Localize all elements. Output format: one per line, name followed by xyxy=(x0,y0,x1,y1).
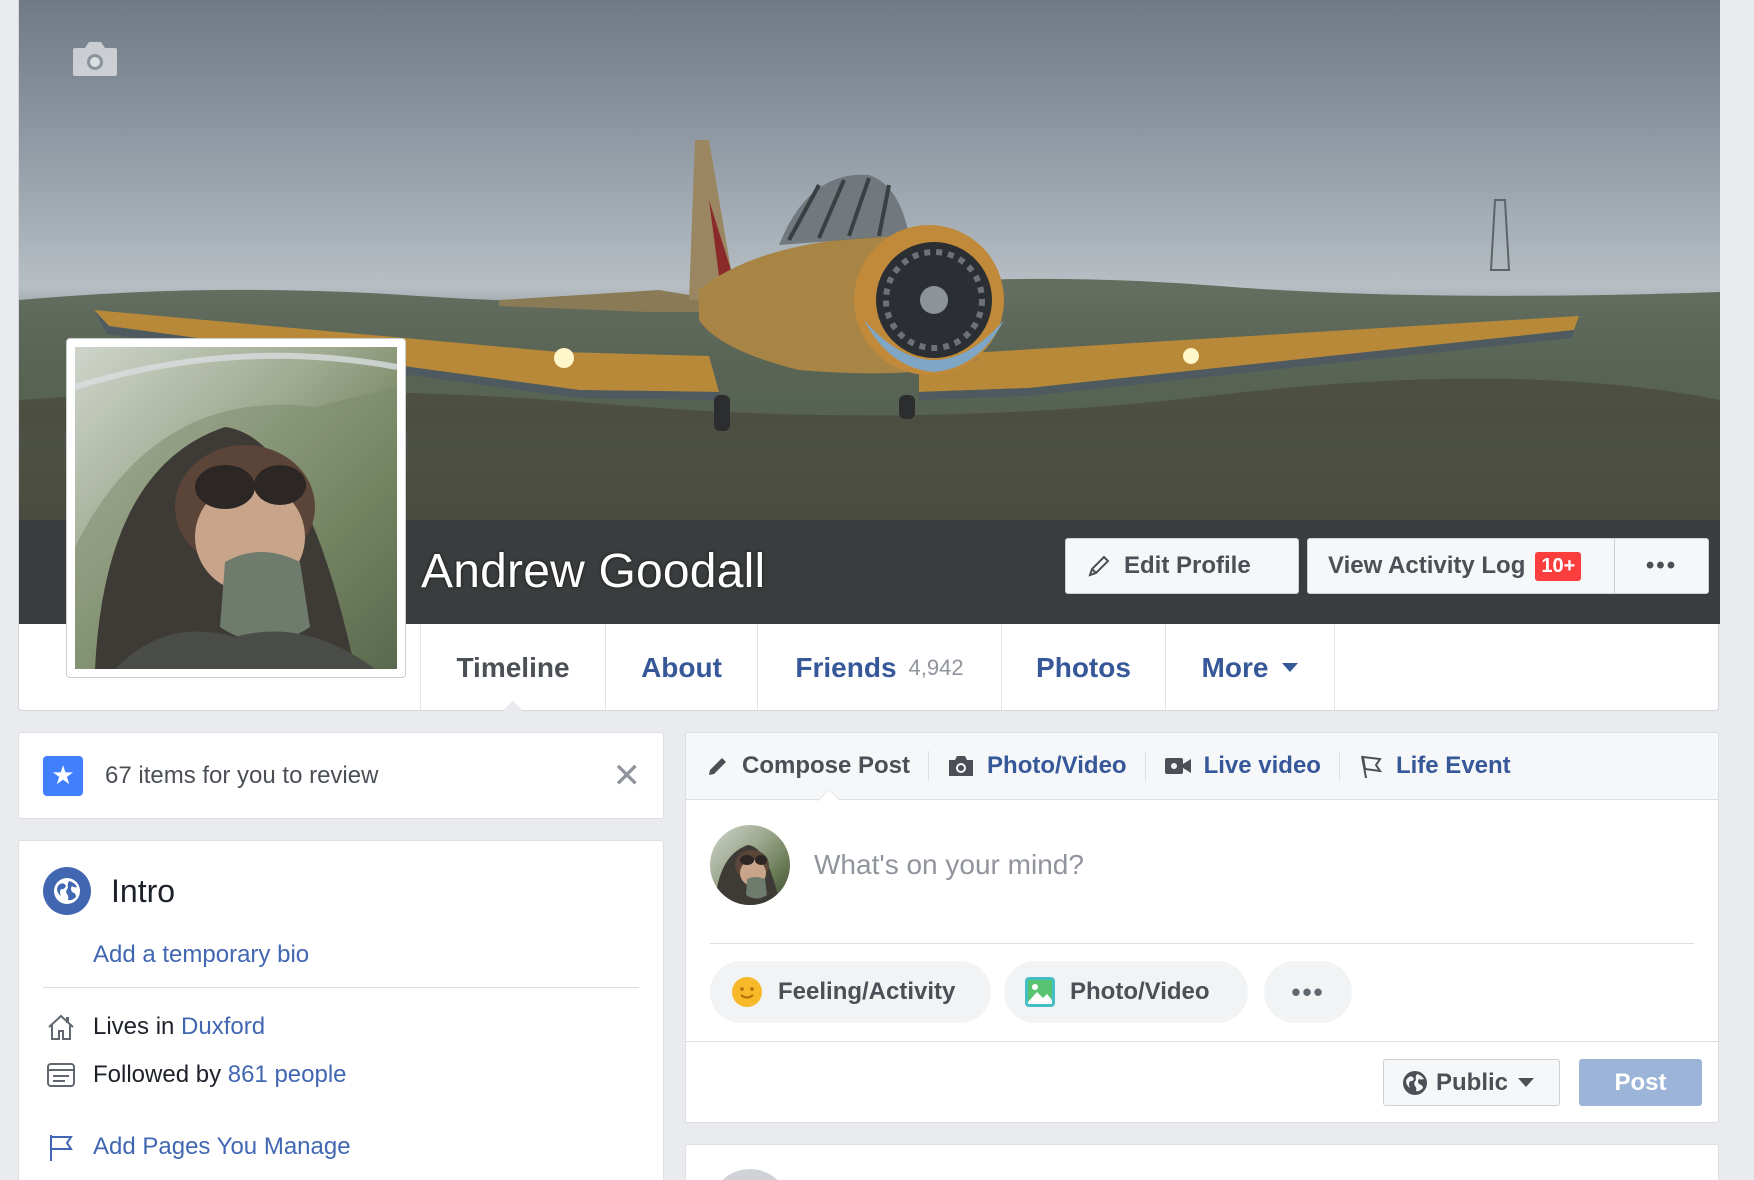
flag-icon xyxy=(43,1129,79,1165)
tab-about-label: About xyxy=(641,651,722,683)
tab-timeline-label: Timeline xyxy=(456,651,570,683)
post-composer: Compose Post Photo/Video Live video Life… xyxy=(685,732,1719,1123)
profile-name[interactable]: Andrew Goodall xyxy=(421,544,765,599)
avatar xyxy=(710,1169,790,1180)
audience-label: Public xyxy=(1436,1068,1509,1096)
video-camera-icon xyxy=(1164,758,1191,774)
add-pages-row[interactable]: Add Pages You Manage xyxy=(43,1129,351,1165)
tab-photos-label: Photos xyxy=(1036,651,1131,683)
active-tab-indicator-fill xyxy=(503,702,523,712)
life-event-tab[interactable]: Life Event xyxy=(1358,751,1529,781)
tab-more-label: More xyxy=(1201,651,1269,683)
photo-video-label: Photo/Video xyxy=(987,752,1127,779)
live-video-tab[interactable]: Live video xyxy=(1164,751,1340,781)
feeling-activity-label: Feeling/Activity xyxy=(778,978,956,1005)
composer-footer: Public Post xyxy=(686,1041,1718,1122)
tab-about[interactable]: About xyxy=(606,624,758,711)
intro-card: Intro Add a temporary bio Lives in Duxfo… xyxy=(18,840,664,1180)
tab-timeline[interactable]: Timeline xyxy=(421,624,606,712)
globe-icon xyxy=(1403,1070,1427,1095)
review-items-card[interactable]: ★ 67 items for you to review ✕ xyxy=(18,732,664,819)
edit-profile-label: Edit Profile xyxy=(1124,552,1251,579)
active-tab-indicator-fill xyxy=(818,790,840,801)
profile-nav-tabs: Timeline About Friends 4,942 Photos More xyxy=(420,624,1335,712)
photo-video-pill-label: Photo/Video xyxy=(1070,978,1210,1005)
star-icon: ★ xyxy=(43,755,83,796)
photo-video-tab[interactable]: Photo/Video xyxy=(947,751,1146,781)
composer-avatar xyxy=(710,825,790,905)
audience-selector[interactable]: Public xyxy=(1383,1059,1560,1106)
divider xyxy=(43,987,639,988)
view-activity-log-button[interactable]: View Activity Log 10+ xyxy=(1307,538,1615,594)
life-event-label: Life Event xyxy=(1395,752,1511,779)
update-cover-camera-button[interactable] xyxy=(71,40,119,78)
activity-badge: 10+ xyxy=(1535,551,1582,581)
tab-friends-label: Friends xyxy=(795,651,897,683)
composer-more-button[interactable]: ••• xyxy=(1264,961,1352,1023)
globe-icon xyxy=(43,867,91,915)
compose-post-label: Compose Post xyxy=(742,752,911,779)
smiley-icon xyxy=(732,977,762,1007)
live-video-label: Live video xyxy=(1203,752,1321,779)
flag-icon xyxy=(1360,755,1383,779)
pilot-portrait xyxy=(75,352,397,669)
lives-in-place-link[interactable]: Duxford xyxy=(181,1013,265,1041)
tab-friends[interactable]: Friends 4,942 xyxy=(758,624,1002,711)
followers-count-link[interactable]: 861 people xyxy=(228,1061,347,1089)
review-items-text: 67 items for you to review xyxy=(105,761,379,789)
whats-on-your-mind-input[interactable] xyxy=(814,845,1674,885)
home-icon xyxy=(43,1009,79,1045)
add-temporary-bio-link[interactable]: Add a temporary bio xyxy=(93,941,309,969)
profile-header-card: Andrew Goodall Edit Profile View Activit… xyxy=(18,0,1720,712)
profile-more-options-button[interactable]: ••• xyxy=(1614,538,1709,594)
photo-icon xyxy=(1025,977,1055,1007)
pencil-icon xyxy=(709,758,726,775)
close-icon[interactable]: ✕ xyxy=(613,759,642,793)
camera-icon xyxy=(73,42,117,76)
lives-in-row: Lives in Duxford xyxy=(43,1009,265,1045)
profile-picture[interactable] xyxy=(66,338,406,678)
add-pages-you-manage-link[interactable]: Add Pages You Manage xyxy=(93,1133,351,1161)
followed-by-row: Followed by 861 people xyxy=(43,1057,347,1093)
friends-count: 4,942 xyxy=(908,654,964,680)
chevron-down-icon xyxy=(1518,1078,1535,1087)
next-post-card xyxy=(685,1144,1719,1180)
photo-video-pill-button[interactable]: Photo/Video xyxy=(1004,961,1248,1023)
followed-by-prefix: Followed by xyxy=(93,1061,222,1088)
followers-icon xyxy=(43,1057,79,1093)
profile-picture-image xyxy=(75,347,397,669)
tab-more[interactable]: More xyxy=(1166,624,1335,711)
camera-icon xyxy=(949,756,974,776)
feeling-activity-button[interactable]: Feeling/Activity xyxy=(710,961,991,1023)
divider xyxy=(710,943,1694,944)
pencil-icon xyxy=(1088,555,1110,577)
view-activity-log-label: View Activity Log xyxy=(1328,552,1526,579)
post-button[interactable]: Post xyxy=(1579,1059,1702,1106)
lives-in-prefix: Lives in xyxy=(93,1013,175,1040)
edit-profile-button[interactable]: Edit Profile xyxy=(1065,538,1299,594)
tab-photos[interactable]: Photos xyxy=(1002,624,1166,711)
compose-post-tab[interactable]: Compose Post xyxy=(706,751,930,781)
chevron-down-icon xyxy=(1282,663,1299,672)
intro-title: Intro xyxy=(111,873,176,909)
